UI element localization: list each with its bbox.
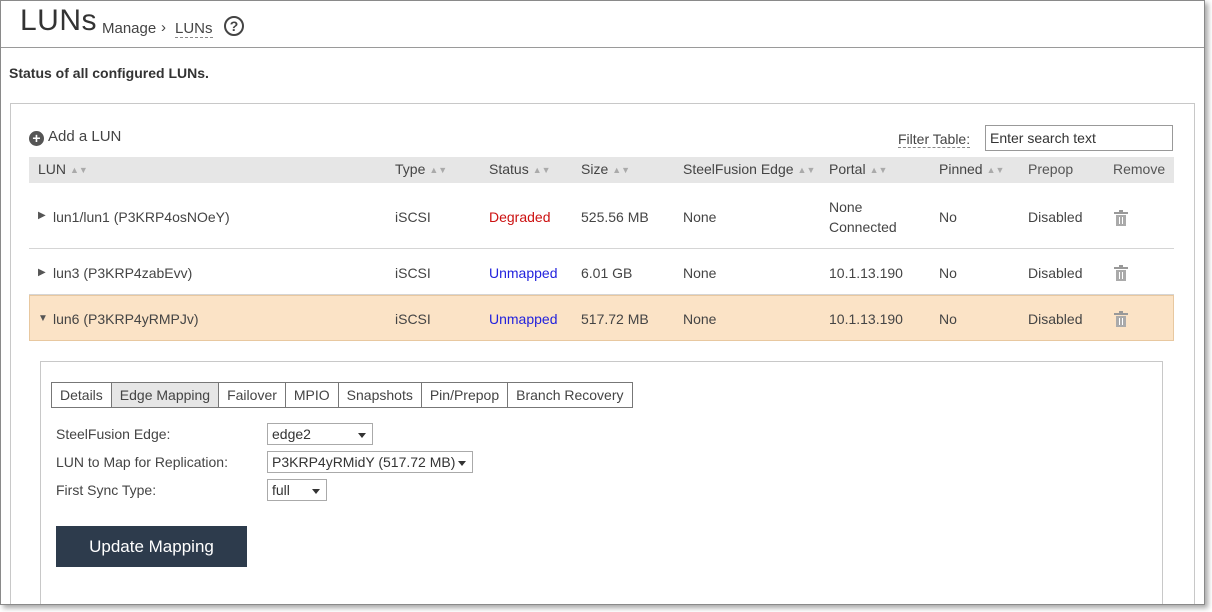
lun-portal: 10.1.13.190 <box>829 311 903 327</box>
add-lun-button[interactable]: + Add a LUN <box>29 128 121 146</box>
expand-arrow-icon[interactable]: ▶ <box>38 267 46 278</box>
collapse-arrow-icon[interactable]: ▼ <box>38 313 48 324</box>
filter-table-label: Filter Table: <box>898 131 971 148</box>
table-row-selected[interactable]: ▼ lun6 (P3KRP4yRMPJv) iSCSI Unmapped 517… <box>29 295 1174 341</box>
lun-prepop: Disabled <box>1028 209 1083 225</box>
detail-tabs: Details Edge Mapping Failover MPIO Snaps… <box>51 382 633 408</box>
page-title: LUNs <box>20 4 98 37</box>
app-window: LUNs Manage › LUNs ? Status of all confi… <box>0 0 1205 605</box>
lun-type: iSCSI <box>395 265 431 281</box>
table-row[interactable]: ▶ lun3 (P3KRP4zabEvv) iSCSI Unmapped 6.0… <box>29 249 1174 295</box>
edge-select[interactable]: edge2 <box>267 423 373 445</box>
update-mapping-button[interactable]: Update Mapping <box>56 526 247 567</box>
lun-name: lun1/lun1 (P3KRP4osNOeY) <box>53 209 230 225</box>
sort-icon: ▲▼ <box>532 165 551 175</box>
status-badge: Unmapped <box>489 311 558 327</box>
lun-map-label: LUN to Map for Replication: <box>56 454 228 470</box>
add-circle-icon: + <box>29 131 44 146</box>
lun-pinned: No <box>939 209 957 225</box>
column-header-pinned[interactable]: Pinned ▲▼ <box>939 161 1004 177</box>
add-lun-label: Add a LUN <box>48 128 122 145</box>
column-header-remove: Remove <box>1113 161 1166 177</box>
breadcrumb-manage[interactable]: Manage <box>102 20 156 37</box>
tab-branch-recovery[interactable]: Branch Recovery <box>508 383 632 407</box>
page-header: LUNs Manage › LUNs ? <box>1 1 1204 48</box>
help-icon[interactable]: ? <box>224 16 244 36</box>
sort-icon: ▲▼ <box>429 165 448 175</box>
lun-pinned: No <box>939 265 957 281</box>
trash-icon[interactable] <box>1114 265 1128 281</box>
edge-select-value: edge2 <box>272 426 311 442</box>
sync-type-select-value: full <box>272 482 290 498</box>
lun-pinned: No <box>939 311 957 327</box>
lun-map-select[interactable]: P3KRP4yRMidY (517.72 MB) <box>267 451 473 473</box>
lun-size: 525.56 MB <box>581 209 649 225</box>
column-header-edge[interactable]: SteelFusion Edge ▲▼ <box>683 161 815 177</box>
lun-edge: None <box>683 311 717 327</box>
chevron-down-icon <box>358 433 366 438</box>
lun-portal: 10.1.13.190 <box>829 265 903 281</box>
sort-icon: ▲▼ <box>797 165 816 175</box>
lun-edge: None <box>683 209 717 225</box>
sort-icon: ▲▼ <box>70 165 88 175</box>
lun-map-select-value: P3KRP4yRMidY (517.72 MB) <box>272 454 456 470</box>
lun-size: 6.01 GB <box>581 265 633 281</box>
lun-name: lun3 (P3KRP4zabEvv) <box>53 265 193 281</box>
status-badge: Unmapped <box>489 265 558 281</box>
page-subtitle: Status of all configured LUNs. <box>9 65 209 81</box>
expand-arrow-icon[interactable]: ▶ <box>38 210 46 221</box>
edge-label: SteelFusion Edge: <box>56 426 171 442</box>
column-header-lun[interactable]: LUN ▲▼ <box>38 161 88 177</box>
sort-icon: ▲▼ <box>869 165 888 175</box>
lun-prepop: Disabled <box>1028 265 1083 281</box>
tab-edge-mapping[interactable]: Edge Mapping <box>111 383 220 407</box>
lun-prepop: Disabled <box>1028 311 1083 327</box>
column-header-portal[interactable]: Portal ▲▼ <box>829 161 887 177</box>
column-header-prepop: Prepop <box>1028 161 1074 177</box>
trash-icon[interactable] <box>1114 210 1128 226</box>
sort-icon: ▲▼ <box>986 165 1005 175</box>
tab-details[interactable]: Details <box>52 383 112 407</box>
lun-portal: None <box>829 199 863 215</box>
table-header: LUN ▲▼ Type ▲▼ Status ▲▼ Size ▲▼ SteelFusion… <box>29 157 1174 183</box>
table-row[interactable]: ▶ lun1/lun1 (P3KRP4osNOeY) iSCSI Degrade… <box>29 183 1174 249</box>
tab-mpio[interactable]: MPIO <box>285 383 339 407</box>
lun-portal-status: Connected <box>829 219 897 235</box>
sync-type-select[interactable]: full <box>267 479 327 501</box>
tab-snapshots[interactable]: Snapshots <box>338 383 422 407</box>
filter-search-input[interactable] <box>985 125 1173 151</box>
lun-size: 517.72 MB <box>581 311 649 327</box>
lun-edge: None <box>683 265 717 281</box>
breadcrumb-luns[interactable]: LUNs <box>175 20 213 38</box>
lun-type: iSCSI <box>395 209 431 225</box>
breadcrumb-separator: › <box>161 19 166 36</box>
tab-pin-prepop[interactable]: Pin/Prepop <box>421 383 509 407</box>
status-badge: Degraded <box>489 209 551 225</box>
sync-type-label: First Sync Type: <box>56 482 157 498</box>
chevron-down-icon <box>458 461 466 466</box>
trash-icon[interactable] <box>1114 311 1128 327</box>
lun-type: iSCSI <box>395 311 431 327</box>
column-header-status[interactable]: Status ▲▼ <box>489 161 551 177</box>
lun-name: lun6 (P3KRP4yRMPJv) <box>53 311 199 327</box>
column-header-size[interactable]: Size ▲▼ <box>581 161 630 177</box>
chevron-down-icon <box>312 489 320 494</box>
column-header-type[interactable]: Type ▲▼ <box>395 161 447 177</box>
tab-failover[interactable]: Failover <box>219 383 286 407</box>
sort-icon: ▲▼ <box>612 165 631 175</box>
